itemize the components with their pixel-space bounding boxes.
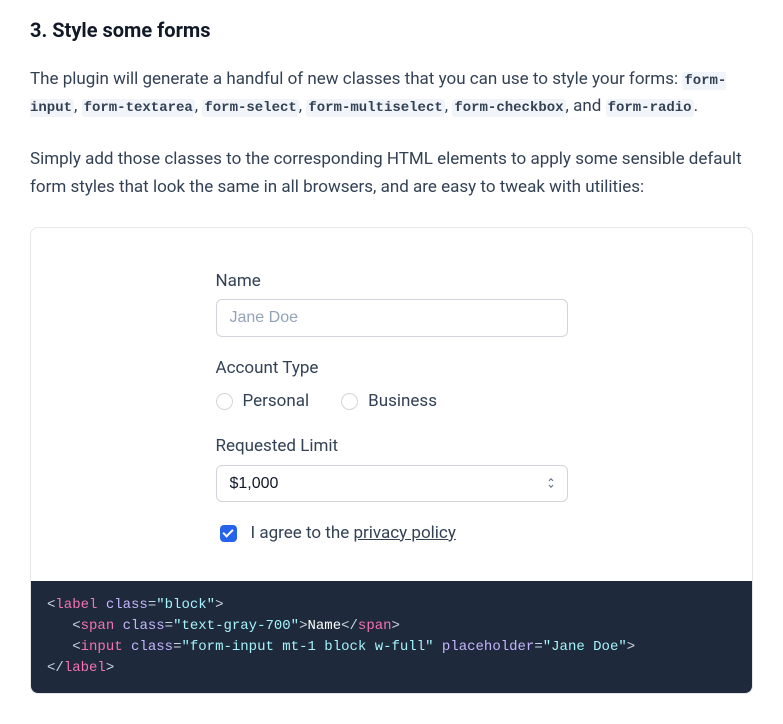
radio-personal-item[interactable]: Personal <box>216 388 310 415</box>
name-label: Name <box>216 268 568 295</box>
radio-business-label: Business <box>368 388 437 415</box>
radio-business-item[interactable]: Business <box>341 388 437 415</box>
limit-field: Requested Limit $1,000 <box>216 433 568 501</box>
radio-business[interactable] <box>341 393 358 410</box>
radio-personal[interactable] <box>216 393 233 410</box>
class-token: form-select <box>202 99 298 117</box>
comma-and: , and <box>566 96 606 116</box>
name-field: Name <box>216 268 568 337</box>
period: . <box>694 96 698 116</box>
agree-text: I agree to the privacy policy <box>251 520 456 547</box>
class-token: form-checkbox <box>452 99 565 117</box>
agree-checkbox[interactable] <box>220 525 237 542</box>
class-token: form-multiselect <box>306 99 444 117</box>
account-type-field: Account Type Personal Business <box>216 355 568 415</box>
example-container: Name Account Type Personal Business <box>30 227 753 694</box>
name-input[interactable] <box>216 299 568 337</box>
privacy-policy-link[interactable]: privacy policy <box>353 523 455 543</box>
agree-row: I agree to the privacy policy <box>216 520 568 547</box>
agree-prefix: I agree to the <box>251 523 354 543</box>
comma: , <box>74 96 82 116</box>
section-heading: 3. Style some forms <box>30 14 753 46</box>
limit-select[interactable]: $1,000 <box>216 465 568 502</box>
class-token: form-textarea <box>82 99 195 117</box>
form-preview: Name Account Type Personal Business <box>31 228 752 581</box>
limit-label: Requested Limit <box>216 433 568 460</box>
radio-personal-label: Personal <box>243 388 310 415</box>
intro-text: The plugin will generate a handful of ne… <box>30 69 682 89</box>
code-snippet: <label class="block"> <span class="text-… <box>31 581 752 693</box>
account-type-label: Account Type <box>216 355 568 382</box>
intro-paragraph: The plugin will generate a handful of ne… <box>30 66 753 120</box>
instruction-paragraph: Simply add those classes to the correspo… <box>30 146 753 200</box>
class-token: form-radio <box>606 99 694 117</box>
